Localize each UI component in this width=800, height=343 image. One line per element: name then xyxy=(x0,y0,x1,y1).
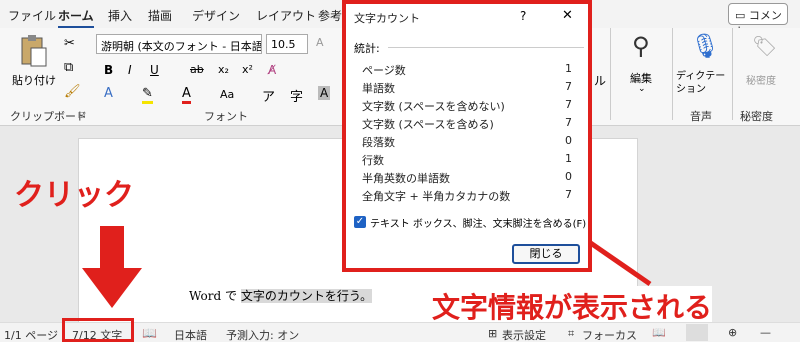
dictation-button[interactable]: ディクテーション xyxy=(676,70,732,96)
document-text[interactable]: Word で 文字のカウントを行う。 xyxy=(189,287,373,304)
page-count[interactable]: 1/1 ページ xyxy=(4,327,58,343)
divider xyxy=(388,47,584,48)
menu-file[interactable]: ファイル xyxy=(8,7,56,24)
enclose-char-icon[interactable]: 字 xyxy=(290,86,303,105)
sensitivity-button[interactable]: 秘密度 xyxy=(746,72,776,87)
sensitivity-icon[interactable]: 🏷 xyxy=(752,34,777,58)
menu-references[interactable]: 参考 xyxy=(318,7,342,24)
click-annotation: クリック xyxy=(14,178,134,213)
font-grow-icon[interactable]: A xyxy=(316,36,324,49)
menu-insert[interactable]: 挿入 xyxy=(108,7,132,24)
menu-layout[interactable]: レイアウト xyxy=(256,7,316,24)
group-divider xyxy=(672,28,673,120)
document-text-plain: Word で xyxy=(189,289,237,303)
comment-icon: ▭ xyxy=(735,9,746,22)
change-case-button[interactable]: Aa xyxy=(220,88,234,101)
copy-icon[interactable]: ⧉ xyxy=(64,60,73,75)
zoom-out-icon[interactable]: — xyxy=(760,326,771,339)
clipboard-group-label: クリップボード xyxy=(10,110,87,123)
close-dialog-button[interactable]: 閉じる xyxy=(512,244,580,264)
group-divider xyxy=(732,28,733,120)
font-color-icon[interactable]: A xyxy=(182,86,191,104)
strikethrough-button[interactable]: ab xyxy=(190,63,204,76)
focus-button[interactable]: フォーカス xyxy=(582,327,637,343)
document-text-selected: 文字のカウントを行う。 xyxy=(240,289,373,303)
italic-button[interactable]: I xyxy=(128,63,132,77)
microphone-icon[interactable]: 🎙 xyxy=(690,32,720,60)
search-icon[interactable]: ⚲ xyxy=(632,32,650,60)
paste-button[interactable]: 貼り付け xyxy=(12,72,56,88)
sensitivity-group-label: 秘密度 xyxy=(740,110,773,123)
phonetic-guide-icon[interactable]: ア xyxy=(262,86,275,105)
result-annotation: 文字情報が表示される xyxy=(432,286,713,326)
close-icon[interactable]: ✕ xyxy=(562,8,573,23)
superscript-button[interactable]: x² xyxy=(242,63,253,76)
font-group-label: フォント xyxy=(204,110,248,123)
cut-icon[interactable]: ✂ xyxy=(64,36,75,51)
menu-home[interactable]: ホーム xyxy=(58,7,94,28)
menu-design[interactable]: デザイン xyxy=(192,7,240,24)
menu-draw[interactable]: 描画 xyxy=(148,7,172,24)
font-size-select[interactable]: 10.5 xyxy=(266,34,308,54)
font-name-select[interactable]: 游明朝 (本文のフォント - 日本語) xyxy=(96,34,262,54)
stat-row: 全角文字 + 半角カタカナの数 7 xyxy=(362,188,572,203)
voice-group-label: 音声 xyxy=(690,110,712,123)
focus-icon[interactable]: ⌗ xyxy=(568,327,574,341)
print-layout-icon[interactable] xyxy=(686,324,708,341)
underline-button[interactable]: U xyxy=(150,63,159,77)
paste-icon[interactable] xyxy=(18,34,48,68)
subscript-button[interactable]: x₂ xyxy=(218,63,229,76)
bold-button[interactable]: B xyxy=(104,63,113,77)
stat-row: 単語数 7 xyxy=(362,80,572,95)
word-count-dialog: 文字カウント ? ✕ 統計: ページ数 1 単語数 7 文字数 (スペースを含めない… xyxy=(342,0,592,272)
language-status[interactable]: 日本語 xyxy=(174,327,207,343)
display-settings-button[interactable]: 表示設定 xyxy=(502,327,546,343)
stat-row: 文字数 (スペースを含めない) 7 xyxy=(362,98,572,113)
display-settings-icon[interactable]: ⊞ xyxy=(488,327,497,340)
clear-format-icon[interactable]: A̸ xyxy=(268,63,276,77)
help-icon[interactable]: ? xyxy=(520,9,526,23)
dialog-title: 文字カウント xyxy=(354,12,420,25)
format-painter-icon[interactable]: 🖌 xyxy=(64,84,81,99)
include-textbox-checkbox[interactable]: ✓ xyxy=(354,216,366,228)
stat-row: ページ数 1 xyxy=(362,62,572,77)
char-shading-icon[interactable]: A xyxy=(318,86,331,100)
read-mode-icon[interactable]: 📖 xyxy=(652,326,666,339)
dialog-launcher-icon[interactable]: ◲ xyxy=(78,110,86,119)
stat-row: 段落数 0 xyxy=(362,134,572,149)
stat-row: 半角英数の単語数 0 xyxy=(362,170,572,185)
web-layout-icon[interactable]: ⊕ xyxy=(728,326,737,339)
group-divider xyxy=(610,28,611,120)
chevron-down-icon: ⌄ xyxy=(638,84,646,94)
word-count-highlight xyxy=(62,318,134,342)
down-arrow-icon xyxy=(82,226,142,308)
stats-heading: 統計: xyxy=(354,42,380,55)
stat-row: 行数 1 xyxy=(362,152,572,167)
highlight-icon[interactable]: ✎ xyxy=(142,86,153,104)
include-textbox-label[interactable]: テキスト ボックス、脚注、文末脚注を含める(F) xyxy=(370,215,586,230)
comment-button[interactable]: ▭ コメント xyxy=(728,3,788,38)
predictive-input-status[interactable]: 予測入力: オン xyxy=(226,327,299,343)
stat-row: 文字数 (スペースを含める) 7 xyxy=(362,116,572,131)
partial-label: ル xyxy=(594,74,607,88)
text-effects-icon[interactable]: A xyxy=(104,86,113,101)
proofing-icon[interactable]: 📖 xyxy=(142,326,157,340)
